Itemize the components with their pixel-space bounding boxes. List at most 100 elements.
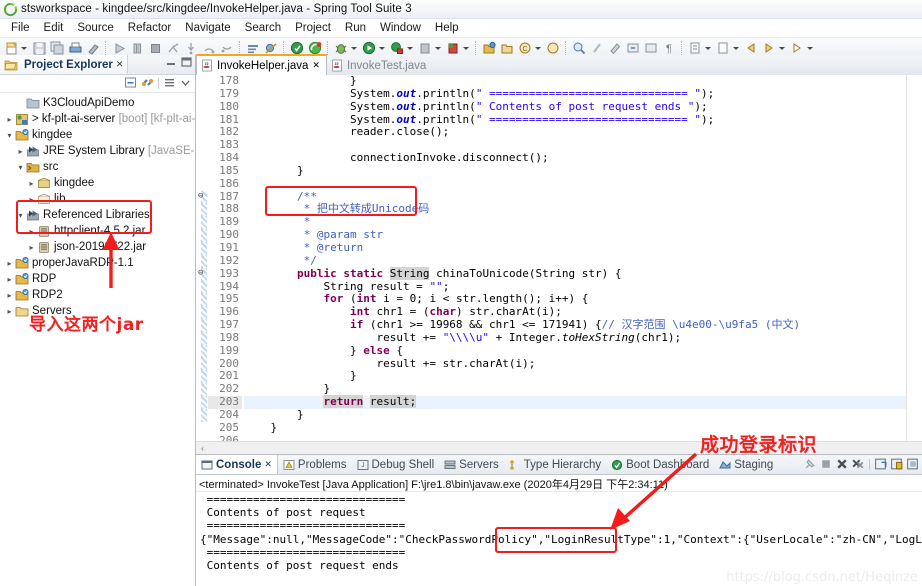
remove-launch-icon[interactable] — [835, 457, 849, 471]
close-icon[interactable]: ✕ — [116, 59, 124, 70]
editor-horizontal-scrollbar[interactable]: ‹ — [196, 441, 922, 455]
code-line[interactable]: } — [244, 370, 906, 383]
tree-item-properjavardp-1.1[interactable]: ▸ properJavaRDP-1.1 — [0, 255, 195, 271]
profile-icon[interactable] — [445, 40, 461, 56]
tree-item-src[interactable]: ▾ src — [0, 159, 195, 175]
chevron-down-icon[interactable] — [806, 40, 814, 56]
tree-item-httpclient-4.5.2.jar[interactable]: ▸ httpclient-4.5.2.jar — [0, 223, 195, 239]
menu-item-run[interactable]: Run — [338, 21, 373, 35]
menu-item-edit[interactable]: Edit — [37, 21, 71, 35]
chevron-down-icon[interactable]: ▾ — [15, 163, 26, 172]
tree-item-referenced-libraries[interactable]: ▾ Referenced Libraries — [0, 207, 195, 223]
new-java-class-icon[interactable]: C — [517, 40, 533, 56]
new-annotation-icon[interactable] — [545, 40, 561, 56]
link-with-editor-icon[interactable] — [141, 76, 154, 92]
chevron-right-icon[interactable]: ▸ — [4, 259, 15, 268]
new-java-project-icon[interactable] — [481, 40, 497, 56]
chevron-down-icon[interactable] — [406, 40, 414, 56]
code-line[interactable] — [244, 178, 906, 191]
maximize-icon[interactable] — [181, 57, 192, 68]
menu-item-search[interactable]: Search — [238, 21, 288, 35]
save-icon[interactable] — [31, 40, 47, 56]
tree-item-k3cloudapidemo[interactable]: K3CloudApiDemo — [0, 95, 195, 111]
console-tab-type-hierarchy[interactable]: Type Hierarchy — [504, 455, 606, 474]
debug-icon[interactable] — [333, 40, 349, 56]
code-line[interactable]: public static String chinaToUnicode(Stri… — [244, 266, 906, 281]
disconnect-icon[interactable] — [165, 40, 181, 56]
previous-annotation-icon[interactable] — [643, 40, 659, 56]
remove-all-terminated-icon[interactable] — [851, 457, 865, 471]
back-icon[interactable] — [743, 40, 759, 56]
tree-item-jre-system-library[interactable]: ▸ JRE System Library [JavaSE-1.8] — [0, 143, 213, 159]
next-edit-position-icon[interactable] — [687, 40, 703, 56]
code-line[interactable]: connectionInvoke.disconnect(); — [244, 151, 906, 165]
code-line[interactable]: * 把中文转成Unicode码 — [244, 203, 906, 216]
chevron-right-icon[interactable]: ▸ — [15, 147, 26, 156]
menu-item-file[interactable]: File — [4, 21, 37, 35]
chevron-right-icon[interactable]: ▸ — [26, 195, 37, 204]
chevron-right-icon[interactable]: ▸ — [26, 179, 37, 188]
tree-item-json-20190722.jar[interactable]: ▸ json-20190722.jar — [0, 239, 195, 255]
code-line[interactable]: } else { — [244, 344, 906, 358]
run-external-tools-icon[interactable] — [389, 40, 405, 56]
editor-fold-marker[interactable]: ⊖ — [196, 190, 208, 204]
close-icon[interactable]: ✕ — [312, 60, 320, 71]
chevron-down-icon[interactable] — [434, 40, 442, 56]
console-tab-boot-dashboard[interactable]: Boot Dashboard — [606, 455, 714, 474]
tree-item-kingdee[interactable]: ▾ kingdee — [0, 127, 195, 143]
terminate-icon[interactable] — [819, 457, 833, 471]
chevron-down-icon[interactable] — [704, 40, 712, 56]
chevron-down-icon[interactable] — [20, 40, 28, 56]
print-icon[interactable] — [67, 40, 83, 56]
editor-overview-ruler[interactable] — [906, 75, 922, 441]
chevron-right-icon[interactable]: ▸ — [4, 291, 15, 300]
code-line[interactable]: result += "\\\\u" + Integer.toHexString(… — [244, 331, 906, 345]
chevron-down-icon[interactable] — [534, 40, 542, 56]
display-selected-console-icon[interactable] — [890, 457, 904, 471]
tree-item-rdp[interactable]: ▸ RDP — [0, 271, 195, 287]
previous-edit-position-icon[interactable] — [715, 40, 731, 56]
chevron-right-icon[interactable]: ▸ — [4, 307, 15, 316]
chevron-right-icon[interactable]: ▸ — [4, 275, 15, 284]
code-line[interactable]: } — [244, 421, 906, 435]
run-icon[interactable] — [361, 40, 377, 56]
tab-project-explorer[interactable]: Project Explorer ✕ — [0, 55, 129, 74]
collapse-all-icon[interactable] — [124, 76, 137, 92]
editor-fold-marker[interactable]: ⊖ — [196, 267, 208, 281]
chevron-down-icon[interactable] — [350, 40, 358, 56]
pin-console-icon[interactable] — [803, 457, 817, 471]
search-icon[interactable] — [589, 40, 605, 56]
console-tab-problems[interactable]: Problems — [278, 455, 352, 474]
console-tab-debug-shell[interactable]: J Debug Shell — [352, 455, 440, 474]
view-chevron-icon[interactable] — [180, 77, 191, 91]
editor-tab-invoketest-java[interactable]: InvokeTest.java — [327, 56, 432, 75]
console-tab-servers[interactable]: Servers — [439, 455, 504, 474]
next-annotation-icon[interactable] — [625, 40, 641, 56]
scroll-lock-icon[interactable] — [906, 457, 920, 471]
tree-item-servers[interactable]: ▸ Servers — [0, 303, 195, 319]
menu-item-refactor[interactable]: Refactor — [121, 21, 178, 35]
chevron-right-icon[interactable]: ▸ — [4, 115, 15, 124]
tree-item-kf-plt-ai-server[interactable]: ▸ > kf-plt-ai-server [boot] [kf-plt-ai-se… — [0, 111, 211, 127]
chevron-right-icon[interactable]: ▸ — [26, 243, 37, 252]
chevron-down-icon[interactable]: ▾ — [4, 131, 15, 140]
editor-code-area[interactable]: } System.out.println(" =================… — [244, 75, 906, 441]
menu-item-project[interactable]: Project — [288, 21, 338, 35]
forward-icon[interactable] — [761, 40, 777, 56]
console-tab-console[interactable]: Console ✕ — [196, 455, 278, 474]
chevron-down-icon[interactable] — [778, 40, 786, 56]
new-package-icon[interactable] — [499, 40, 515, 56]
coverage-icon[interactable] — [417, 40, 433, 56]
editor-annotation-ruler[interactable]: ⊖ ⊖ — [196, 75, 208, 441]
console-tab-staging[interactable]: Staging — [714, 455, 778, 474]
terminate-icon[interactable] — [147, 40, 163, 56]
close-icon[interactable]: ✕ — [264, 459, 272, 470]
chevron-right-icon[interactable]: ▸ — [26, 227, 37, 236]
suspend-icon[interactable] — [129, 40, 145, 56]
resume-icon[interactable] — [111, 40, 127, 56]
console-output[interactable]: ============================== Contents … — [196, 492, 922, 573]
code-line[interactable]: } — [244, 408, 906, 422]
forward2-icon[interactable] — [789, 40, 805, 56]
menu-item-help[interactable]: Help — [428, 21, 466, 35]
toggle-mark-occurrences-icon[interactable]: ¶ — [661, 40, 677, 56]
